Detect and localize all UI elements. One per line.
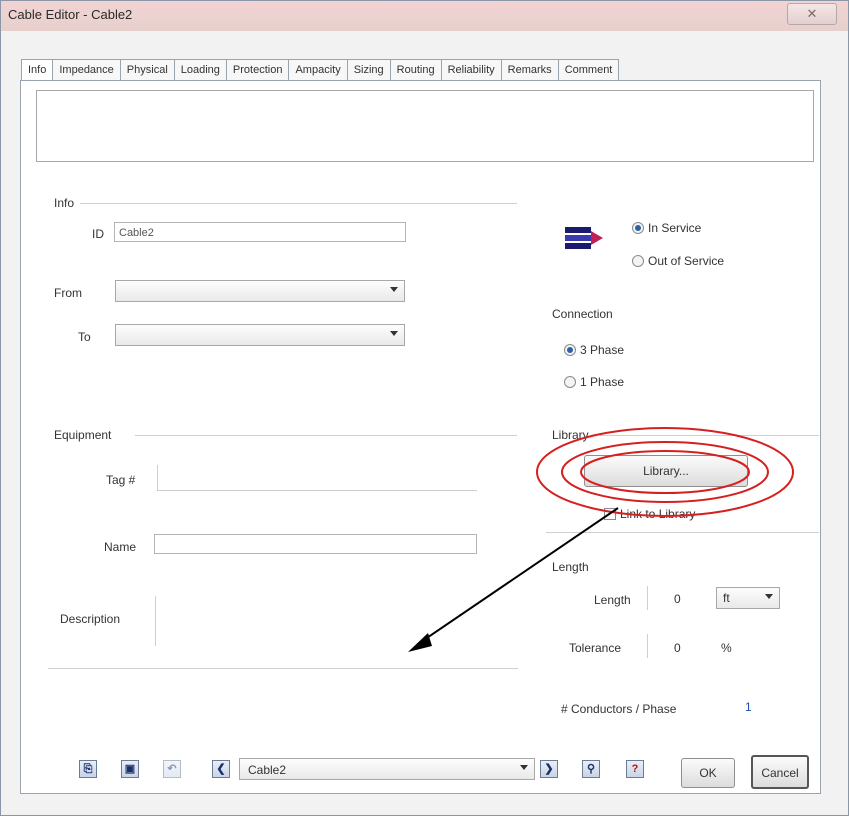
annotation-overlay	[408, 427, 794, 652]
paste-icon[interactable]: ▣	[121, 760, 139, 778]
help-icon[interactable]: ?	[626, 760, 644, 778]
ok-button[interactable]: OK	[681, 758, 735, 788]
cancel-button[interactable]: Cancel	[751, 755, 809, 789]
arrow-head-icon	[408, 633, 432, 652]
annotation-ellipse-inner	[580, 450, 750, 494]
element-selector-value: Cable2	[248, 763, 287, 777]
find-icon[interactable]: ⚲	[582, 760, 600, 778]
element-selector-dropdown[interactable]: Cable2	[239, 758, 535, 780]
chevron-down-icon	[520, 765, 528, 770]
annotation-arrow	[417, 507, 619, 645]
copy-icon[interactable]: ⎘	[79, 760, 97, 778]
previous-icon[interactable]: ❮	[212, 760, 230, 778]
next-icon[interactable]: ❯	[540, 760, 558, 778]
undo-icon[interactable]: ↶	[163, 760, 181, 778]
